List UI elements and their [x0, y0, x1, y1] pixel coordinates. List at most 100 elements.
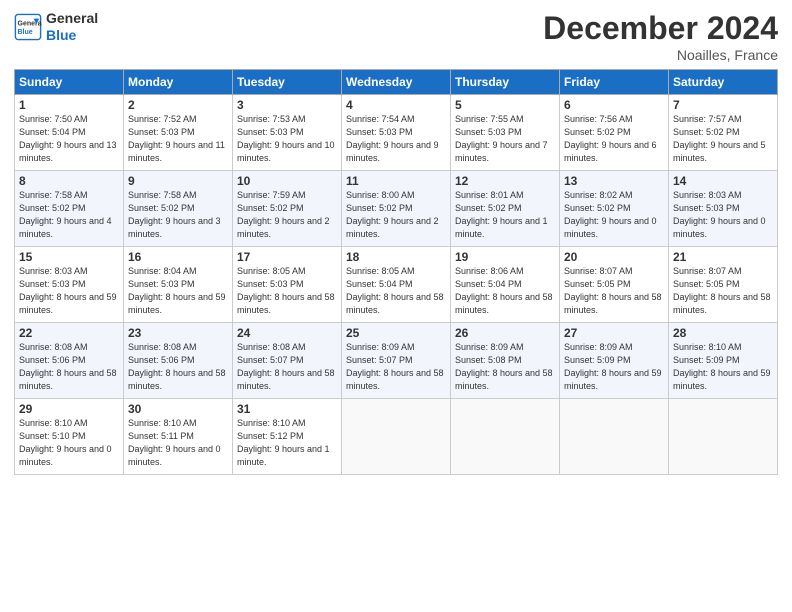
- day-details: Sunrise: 8:10 AMSunset: 5:09 PMDaylight:…: [673, 341, 773, 393]
- day-details: Sunrise: 8:07 AMSunset: 5:05 PMDaylight:…: [564, 265, 664, 317]
- header-monday: Monday: [124, 70, 233, 95]
- calendar-cell: 6Sunrise: 7:56 AMSunset: 5:02 PMDaylight…: [560, 95, 669, 171]
- header-thursday: Thursday: [451, 70, 560, 95]
- day-details: Sunrise: 7:57 AMSunset: 5:02 PMDaylight:…: [673, 113, 773, 165]
- calendar-week-row: 29Sunrise: 8:10 AMSunset: 5:10 PMDayligh…: [15, 399, 778, 475]
- day-number: 22: [19, 326, 119, 340]
- calendar-cell: 15Sunrise: 8:03 AMSunset: 5:03 PMDayligh…: [15, 247, 124, 323]
- day-number: 8: [19, 174, 119, 188]
- day-details: Sunrise: 7:58 AMSunset: 5:02 PMDaylight:…: [128, 189, 228, 241]
- calendar-cell: 23Sunrise: 8:08 AMSunset: 5:06 PMDayligh…: [124, 323, 233, 399]
- calendar-cell: 14Sunrise: 8:03 AMSunset: 5:03 PMDayligh…: [669, 171, 778, 247]
- day-details: Sunrise: 8:08 AMSunset: 5:07 PMDaylight:…: [237, 341, 337, 393]
- calendar-cell: 1Sunrise: 7:50 AMSunset: 5:04 PMDaylight…: [15, 95, 124, 171]
- header-friday: Friday: [560, 70, 669, 95]
- header-sunday: Sunday: [15, 70, 124, 95]
- calendar-cell: [669, 399, 778, 475]
- day-details: Sunrise: 8:10 AMSunset: 5:12 PMDaylight:…: [237, 417, 337, 469]
- calendar-cell: 9Sunrise: 7:58 AMSunset: 5:02 PMDaylight…: [124, 171, 233, 247]
- day-details: Sunrise: 8:00 AMSunset: 5:02 PMDaylight:…: [346, 189, 446, 241]
- day-number: 25: [346, 326, 446, 340]
- calendar-cell: [560, 399, 669, 475]
- day-number: 5: [455, 98, 555, 112]
- day-number: 29: [19, 402, 119, 416]
- day-number: 30: [128, 402, 228, 416]
- calendar-container: General Blue General Blue December 2024 …: [0, 0, 792, 483]
- calendar-cell: 11Sunrise: 8:00 AMSunset: 5:02 PMDayligh…: [342, 171, 451, 247]
- calendar-cell: 24Sunrise: 8:08 AMSunset: 5:07 PMDayligh…: [233, 323, 342, 399]
- logo: General Blue General Blue: [14, 10, 98, 44]
- day-details: Sunrise: 8:09 AMSunset: 5:07 PMDaylight:…: [346, 341, 446, 393]
- day-details: Sunrise: 7:56 AMSunset: 5:02 PMDaylight:…: [564, 113, 664, 165]
- calendar-cell: 5Sunrise: 7:55 AMSunset: 5:03 PMDaylight…: [451, 95, 560, 171]
- calendar-week-row: 8Sunrise: 7:58 AMSunset: 5:02 PMDaylight…: [15, 171, 778, 247]
- day-details: Sunrise: 8:04 AMSunset: 5:03 PMDaylight:…: [128, 265, 228, 317]
- day-details: Sunrise: 8:03 AMSunset: 5:03 PMDaylight:…: [673, 189, 773, 241]
- day-details: Sunrise: 8:06 AMSunset: 5:04 PMDaylight:…: [455, 265, 555, 317]
- header-row: General Blue General Blue December 2024 …: [14, 10, 778, 63]
- calendar-cell: 21Sunrise: 8:07 AMSunset: 5:05 PMDayligh…: [669, 247, 778, 323]
- day-number: 27: [564, 326, 664, 340]
- calendar-table: Sunday Monday Tuesday Wednesday Thursday…: [14, 69, 778, 475]
- day-number: 15: [19, 250, 119, 264]
- logo-icon: General Blue: [14, 13, 42, 41]
- day-number: 20: [564, 250, 664, 264]
- location-subtitle: Noailles, France: [543, 47, 778, 63]
- day-number: 11: [346, 174, 446, 188]
- month-title: December 2024: [543, 10, 778, 47]
- day-number: 2: [128, 98, 228, 112]
- day-number: 9: [128, 174, 228, 188]
- calendar-cell: 18Sunrise: 8:05 AMSunset: 5:04 PMDayligh…: [342, 247, 451, 323]
- day-details: Sunrise: 8:07 AMSunset: 5:05 PMDaylight:…: [673, 265, 773, 317]
- header-tuesday: Tuesday: [233, 70, 342, 95]
- day-number: 12: [455, 174, 555, 188]
- day-details: Sunrise: 7:50 AMSunset: 5:04 PMDaylight:…: [19, 113, 119, 165]
- day-number: 26: [455, 326, 555, 340]
- calendar-cell: [342, 399, 451, 475]
- calendar-cell: 25Sunrise: 8:09 AMSunset: 5:07 PMDayligh…: [342, 323, 451, 399]
- day-number: 1: [19, 98, 119, 112]
- day-number: 16: [128, 250, 228, 264]
- calendar-cell: [451, 399, 560, 475]
- day-details: Sunrise: 8:01 AMSunset: 5:02 PMDaylight:…: [455, 189, 555, 241]
- day-number: 3: [237, 98, 337, 112]
- day-details: Sunrise: 8:09 AMSunset: 5:09 PMDaylight:…: [564, 341, 664, 393]
- day-details: Sunrise: 7:53 AMSunset: 5:03 PMDaylight:…: [237, 113, 337, 165]
- calendar-cell: 30Sunrise: 8:10 AMSunset: 5:11 PMDayligh…: [124, 399, 233, 475]
- calendar-cell: 12Sunrise: 8:01 AMSunset: 5:02 PMDayligh…: [451, 171, 560, 247]
- day-number: 13: [564, 174, 664, 188]
- calendar-cell: 2Sunrise: 7:52 AMSunset: 5:03 PMDaylight…: [124, 95, 233, 171]
- day-number: 31: [237, 402, 337, 416]
- calendar-week-row: 15Sunrise: 8:03 AMSunset: 5:03 PMDayligh…: [15, 247, 778, 323]
- day-details: Sunrise: 8:02 AMSunset: 5:02 PMDaylight:…: [564, 189, 664, 241]
- calendar-cell: 8Sunrise: 7:58 AMSunset: 5:02 PMDaylight…: [15, 171, 124, 247]
- day-number: 14: [673, 174, 773, 188]
- header-wednesday: Wednesday: [342, 70, 451, 95]
- day-number: 7: [673, 98, 773, 112]
- calendar-cell: 28Sunrise: 8:10 AMSunset: 5:09 PMDayligh…: [669, 323, 778, 399]
- day-details: Sunrise: 7:55 AMSunset: 5:03 PMDaylight:…: [455, 113, 555, 165]
- day-details: Sunrise: 8:05 AMSunset: 5:04 PMDaylight:…: [346, 265, 446, 317]
- calendar-cell: 29Sunrise: 8:10 AMSunset: 5:10 PMDayligh…: [15, 399, 124, 475]
- day-number: 6: [564, 98, 664, 112]
- day-number: 18: [346, 250, 446, 264]
- day-details: Sunrise: 8:08 AMSunset: 5:06 PMDaylight:…: [19, 341, 119, 393]
- svg-text:Blue: Blue: [18, 29, 33, 36]
- day-details: Sunrise: 8:09 AMSunset: 5:08 PMDaylight:…: [455, 341, 555, 393]
- calendar-cell: 31Sunrise: 8:10 AMSunset: 5:12 PMDayligh…: [233, 399, 342, 475]
- day-details: Sunrise: 8:03 AMSunset: 5:03 PMDaylight:…: [19, 265, 119, 317]
- day-number: 24: [237, 326, 337, 340]
- title-block: December 2024 Noailles, France: [543, 10, 778, 63]
- calendar-cell: 19Sunrise: 8:06 AMSunset: 5:04 PMDayligh…: [451, 247, 560, 323]
- calendar-cell: 22Sunrise: 8:08 AMSunset: 5:06 PMDayligh…: [15, 323, 124, 399]
- day-details: Sunrise: 7:54 AMSunset: 5:03 PMDaylight:…: [346, 113, 446, 165]
- calendar-cell: 16Sunrise: 8:04 AMSunset: 5:03 PMDayligh…: [124, 247, 233, 323]
- calendar-cell: 26Sunrise: 8:09 AMSunset: 5:08 PMDayligh…: [451, 323, 560, 399]
- day-details: Sunrise: 8:08 AMSunset: 5:06 PMDaylight:…: [128, 341, 228, 393]
- day-details: Sunrise: 8:05 AMSunset: 5:03 PMDaylight:…: [237, 265, 337, 317]
- day-details: Sunrise: 7:58 AMSunset: 5:02 PMDaylight:…: [19, 189, 119, 241]
- svg-text:General: General: [18, 20, 43, 27]
- day-details: Sunrise: 7:59 AMSunset: 5:02 PMDaylight:…: [237, 189, 337, 241]
- calendar-cell: 20Sunrise: 8:07 AMSunset: 5:05 PMDayligh…: [560, 247, 669, 323]
- day-number: 10: [237, 174, 337, 188]
